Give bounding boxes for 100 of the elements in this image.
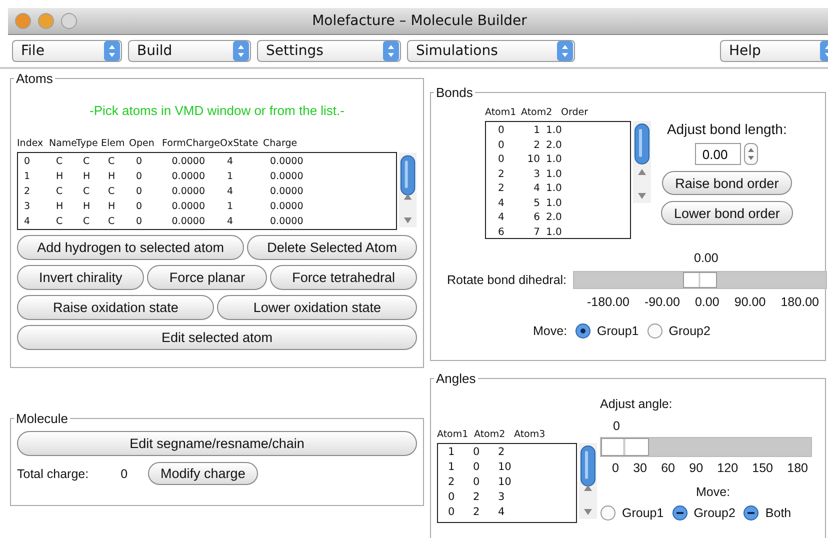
menu-dropdown[interactable]: Settings — [257, 40, 401, 62]
column-header: FormCharge — [162, 138, 220, 149]
button[interactable]: Lower oxidation state — [217, 295, 417, 320]
list-cell-text: C — [55, 185, 64, 199]
list-cell-text: 2.0 — [546, 138, 563, 152]
list-row[interactable]: 0 1 1.0 — [498, 124, 630, 138]
button[interactable]: Lower bond order — [661, 201, 793, 225]
column-header: Atom2 — [474, 429, 506, 440]
list-row[interactable]: 4 6 2.0 — [498, 211, 630, 226]
close-button[interactable] — [15, 13, 31, 29]
button[interactable]: Edit segname/resname/chain — [17, 431, 417, 456]
list-row[interactable]: 3 H H H 0 0.0000 1 0.0000 — [18, 199, 396, 214]
list-cell-text: 0 — [135, 170, 144, 184]
list-cell-text: 1.0 — [546, 196, 563, 210]
scrollbar[interactable] — [399, 152, 417, 228]
list-row[interactable]: 2 4 1.0 — [498, 182, 630, 196]
list-cell-text: 0 — [473, 475, 481, 490]
menu-dropdown[interactable]: Simulations — [407, 40, 575, 62]
button[interactable]: Delete Selected Atom — [247, 235, 418, 260]
scrollbar[interactable] — [579, 443, 597, 519]
button[interactable]: Modify charge — [148, 462, 258, 485]
list-row[interactable]: 1 0 10 — [448, 460, 576, 475]
radio-button[interactable] — [743, 505, 760, 521]
list-row[interactable]: 2 C C C 0 0.0000 4 0.0000 — [18, 184, 396, 199]
list-row[interactable]: 2 0 10 — [448, 475, 576, 490]
button[interactable]: Force tetrahedral — [270, 265, 417, 290]
list-cell-text: 2 — [532, 138, 541, 152]
list-cell-text: 4 — [532, 182, 541, 196]
stepper-icon[interactable] — [233, 41, 249, 61]
list-cell-text: 4 — [226, 155, 234, 169]
list-cell-text: C — [82, 215, 91, 229]
list-row[interactable]: 1 0 2 — [448, 445, 576, 460]
list-cell-text: 1 — [226, 200, 234, 214]
list-row[interactable]: 0 C C C 0 0.0000 4 0.0000 — [18, 154, 396, 169]
column-header: Atom1 — [437, 429, 470, 440]
list-cell-text: 2.0 — [546, 211, 563, 225]
button[interactable]: Raise oxidation state — [17, 295, 214, 320]
list-row[interactable]: 2 3 1.0 — [498, 168, 630, 182]
list-cell-text: 1.0 — [546, 226, 563, 240]
list-cell-text: 0.0000 — [170, 155, 206, 169]
dihedral-label: Rotate bond dihedral: — [447, 273, 567, 287]
list-cell-text: 1 — [448, 445, 456, 460]
list-cell-text: 0 — [448, 490, 456, 505]
slider-track[interactable] — [600, 437, 812, 457]
radio-button[interactable] — [646, 323, 663, 339]
stepper-icon[interactable] — [744, 143, 758, 165]
button[interactable]: Force planar — [147, 265, 268, 290]
list-row[interactable]: 4 5 1.0 — [498, 196, 630, 211]
radio-label[interactable]: Group2 — [668, 324, 710, 338]
slider-track[interactable] — [572, 271, 827, 289]
scrollbar[interactable] — [633, 121, 651, 203]
window-title: Molefacture – Molecule Builder — [311, 13, 528, 29]
zoom-button[interactable] — [61, 13, 77, 29]
list-cell-text: C — [55, 155, 64, 169]
slider-thumb[interactable] — [601, 438, 649, 456]
charge-value: 0 — [120, 466, 128, 480]
list-cell-text: 3 — [498, 490, 506, 505]
stepper-icon[interactable] — [104, 41, 120, 61]
radio-button[interactable] — [575, 323, 592, 339]
button[interactable]: Add hydrogen to selected atom — [17, 235, 244, 260]
radio-label[interactable]: Group2 — [694, 506, 736, 520]
slider-thumb[interactable] — [682, 272, 717, 288]
list-cell-text: 0 — [498, 153, 506, 167]
list-row[interactable]: 0 10 1.0 — [498, 153, 630, 168]
list-row[interactable]: 0 2 3 — [448, 490, 576, 505]
tick-label: 90 — [689, 461, 704, 475]
list-cell-text: 0 — [448, 505, 456, 520]
list-cell-text: 1 — [23, 170, 32, 184]
radio-label[interactable]: Both — [765, 506, 792, 520]
list-cell-text: 0.0000 — [269, 170, 304, 184]
radio-label[interactable]: Group1 — [622, 506, 664, 520]
list-row[interactable]: 0 2 2.0 — [498, 138, 630, 153]
menu-dropdown[interactable]: Help — [720, 40, 828, 62]
list-cell-text: 2 — [448, 475, 456, 490]
list-cell-text: C — [82, 185, 91, 199]
radio-button[interactable] — [672, 505, 688, 521]
list-cell-text: 0.0000 — [170, 215, 206, 229]
bond-length-field[interactable]: 0.00 — [695, 143, 742, 165]
stepper-icon[interactable] — [557, 41, 573, 61]
tick-label: 0.00 — [694, 295, 720, 309]
list-cell-text: 6 — [532, 211, 541, 225]
menu-dropdown[interactable]: File — [12, 40, 122, 62]
button[interactable]: Edit selected atom — [17, 325, 417, 350]
list-cell-text: 6 — [498, 226, 506, 240]
menu-dropdown[interactable]: Build — [128, 40, 251, 62]
list-row[interactable]: 4 C C C 0 0.0000 4 0.0000 — [18, 214, 396, 229]
list-row[interactable]: 0 2 4 — [448, 505, 576, 520]
list-cell-text: 0 — [498, 124, 506, 138]
list-cell-text: 0 — [135, 155, 144, 169]
list-row[interactable]: 6 7 1.0 — [498, 226, 630, 240]
list-cell-text: 3 — [532, 168, 541, 182]
minimize-button[interactable] — [38, 13, 54, 29]
list-row[interactable]: 1 H H H 0 0.0000 1 0.0000 — [18, 169, 396, 184]
button[interactable]: Invert chirality — [17, 265, 144, 290]
button[interactable]: Raise bond order — [662, 171, 792, 195]
radio-button[interactable] — [600, 505, 616, 521]
list-cell-text: 3 — [23, 200, 32, 214]
stepper-icon[interactable] — [383, 41, 399, 61]
radio-label[interactable]: Group1 — [597, 324, 639, 338]
list-cell-text: 2 — [23, 185, 32, 199]
